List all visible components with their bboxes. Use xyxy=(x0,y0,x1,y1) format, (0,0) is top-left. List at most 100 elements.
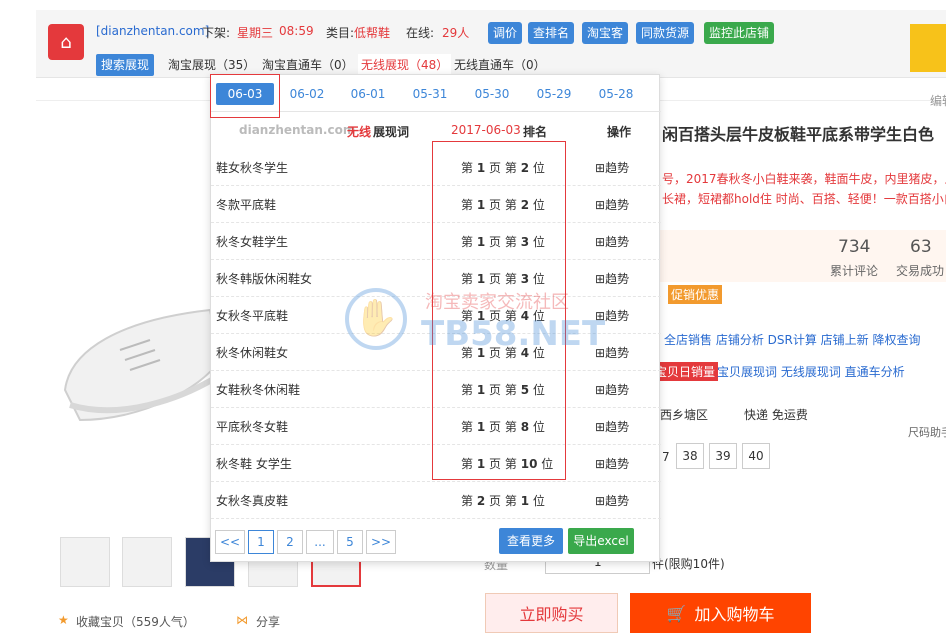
check-rank-button[interactable]: 查排名 xyxy=(528,22,575,44)
trend-button[interactable]: ⊞趋势 xyxy=(595,233,629,250)
trend-button[interactable]: ⊞趋势 xyxy=(595,159,629,176)
header-wireless: 无线 xyxy=(347,125,372,139)
online-label: 在线: xyxy=(406,26,435,40)
promo-banner[interactable] xyxy=(910,24,946,72)
reviews-label[interactable]: 累计评论 xyxy=(830,262,878,279)
same-source-button[interactable]: 同款货源 xyxy=(636,22,695,44)
export-excel-button[interactable]: 导出excel xyxy=(568,528,634,554)
daily-sales-tag[interactable]: 宝贝日销量 xyxy=(652,362,719,381)
date-tab[interactable]: 05-28 xyxy=(587,83,645,105)
keyword-text: 秋冬女鞋学生 xyxy=(216,235,289,249)
expand-icon: ⊞ xyxy=(595,420,606,434)
date-tab[interactable]: 05-29 xyxy=(525,83,583,105)
tab-search-display[interactable]: 搜索展现 xyxy=(96,54,155,76)
buy-now-button[interactable]: 立即购买 xyxy=(485,593,618,633)
promo-tag: 促销优惠 xyxy=(668,285,723,304)
trend-label: 趋势 xyxy=(605,272,630,286)
trend-label: 趋势 xyxy=(605,494,630,508)
tab-taobao-display[interactable]: 淘宝展现（35） xyxy=(168,54,255,76)
rank-word: 位 xyxy=(532,494,545,508)
watermark-line2: TB58.NET xyxy=(421,314,606,354)
trend-button[interactable]: ⊞趋势 xyxy=(595,418,629,435)
product-thumbnail[interactable] xyxy=(60,537,110,587)
header-term: 展现词 xyxy=(373,125,410,139)
size-option[interactable]: 39 xyxy=(709,443,737,469)
rank-word: 页 xyxy=(489,494,502,508)
offshelf-label: 下架: xyxy=(202,26,231,40)
header-date: 2017-06-03 xyxy=(451,123,521,137)
trend-label: 趋势 xyxy=(605,383,630,397)
rank-text: 第 2 页 第 1 位 xyxy=(461,492,545,509)
date-tab[interactable]: 05-30 xyxy=(463,83,521,105)
trend-label: 趋势 xyxy=(605,457,630,471)
size-option[interactable]: 38 xyxy=(676,443,704,469)
keyword-text: 冬款平底鞋 xyxy=(216,198,277,212)
expand-icon: ⊞ xyxy=(595,383,606,397)
page-ellipsis[interactable]: ... xyxy=(306,530,334,554)
product-desc-line2: 长裙，短裙都hold住 时尚、百搭、轻便！一款百搭小白 xyxy=(662,192,946,206)
share-icon[interactable]: ⋈ xyxy=(236,613,248,627)
product-main-image[interactable] xyxy=(60,280,230,440)
product-thumbnail[interactable] xyxy=(122,537,172,587)
display-tool-links[interactable]: 宝贝展现词 无线展现词 直通车分析 xyxy=(717,363,905,380)
favorite-link[interactable]: 收藏宝贝（559人气） xyxy=(76,613,195,630)
shop-domain[interactable]: [dianzhentan.com] xyxy=(96,24,209,38)
page-5[interactable]: 5 xyxy=(337,530,363,554)
trend-button[interactable]: ⊞趋势 xyxy=(595,455,629,472)
keyword-text: 平底秋冬女鞋 xyxy=(216,420,289,434)
date-tab[interactable]: 06-01 xyxy=(339,83,397,105)
keyword-text: 女秋冬真皮鞋 xyxy=(216,494,289,508)
share-link[interactable]: 分享 xyxy=(256,613,280,630)
page-first[interactable]: << xyxy=(215,530,245,554)
tab-wireless-display[interactable]: 无线展现（48） xyxy=(358,54,452,76)
trend-label: 趋势 xyxy=(605,198,630,212)
product-title: 闲百搭头层牛皮板鞋平底系带学生白色 xyxy=(662,125,935,144)
tab-taobao-ztc[interactable]: 淘宝直通车（0） xyxy=(262,54,354,76)
sales-label: 交易成功 xyxy=(896,264,945,278)
keyword-text: 女秋冬平底鞋 xyxy=(216,309,289,323)
keyword-text: 鞋女秋冬学生 xyxy=(216,161,289,175)
trend-button[interactable]: ⊞趋势 xyxy=(595,196,629,213)
ship-location[interactable]: 西乡塘区 xyxy=(660,406,708,423)
keyword-text: 秋冬休闲鞋女 xyxy=(216,346,289,360)
rank-number: 2 xyxy=(476,494,486,508)
tab-wireless-ztc[interactable]: 无线直通车（0） xyxy=(454,54,546,76)
trend-button[interactable]: ⊞趋势 xyxy=(595,270,629,287)
purchase-limit: 件(限购10件) xyxy=(652,557,725,571)
keyword-row: 女秋冬真皮鞋 第 2 页 第 1 位 ⊞趋势 xyxy=(211,482,661,519)
size-option[interactable]: 40 xyxy=(742,443,770,469)
page-1[interactable]: 1 xyxy=(248,530,274,554)
rank-number: 1 xyxy=(520,494,530,508)
rank-word: 第 xyxy=(504,494,517,508)
plugin-toolbar: ⌂ [dianzhentan.com] 下架: 星期三 08:59 类目: 低帮… xyxy=(36,10,946,78)
sales-count: 63 xyxy=(910,237,932,257)
monitor-shop-button[interactable]: 监控此店铺 xyxy=(704,22,775,44)
page-last[interactable]: >> xyxy=(366,530,396,554)
taobaoke-button[interactable]: 淘宝客 xyxy=(582,22,629,44)
trend-label: 趋势 xyxy=(605,161,630,175)
shop-tool-links[interactable]: 全店销售 店铺分析 DSR计算 店铺上新 降权查询 xyxy=(664,331,920,348)
trend-label: 趋势 xyxy=(605,309,630,323)
adjust-price-button[interactable]: 调价 xyxy=(488,22,523,44)
expand-icon: ⊞ xyxy=(595,235,606,249)
category-label: 类目: xyxy=(326,26,355,40)
size-partial[interactable]: 7 xyxy=(662,450,670,464)
view-more-button[interactable]: 查看更多 xyxy=(499,528,563,554)
expand-icon: ⊞ xyxy=(595,161,606,175)
watermark-line1: 淘宝卖家交流社区 xyxy=(425,292,569,313)
size-helper[interactable]: 尺码助手 xyxy=(908,424,946,440)
expand-icon: ⊞ xyxy=(595,272,606,286)
date-tab[interactable]: 05-31 xyxy=(401,83,459,105)
product-desc-line1: 号，2017春秋冬小白鞋来袭，鞋面牛皮，内里猪皮，上 xyxy=(662,172,946,186)
page-2[interactable]: 2 xyxy=(277,530,303,554)
expand-icon: ⊞ xyxy=(595,457,606,471)
star-icon[interactable]: ★ xyxy=(58,613,69,627)
trend-label: 趋势 xyxy=(605,235,630,249)
edit-link[interactable]: 编辑 xyxy=(930,92,946,109)
trend-button[interactable]: ⊞趋势 xyxy=(595,492,629,509)
add-to-cart-button[interactable]: 🛒 加入购物车 xyxy=(630,593,811,633)
category-value: 低帮鞋 xyxy=(354,26,391,40)
online-value: 29人 xyxy=(442,26,470,40)
trend-button[interactable]: ⊞趋势 xyxy=(595,381,629,398)
date-tab[interactable]: 06-02 xyxy=(278,83,336,105)
